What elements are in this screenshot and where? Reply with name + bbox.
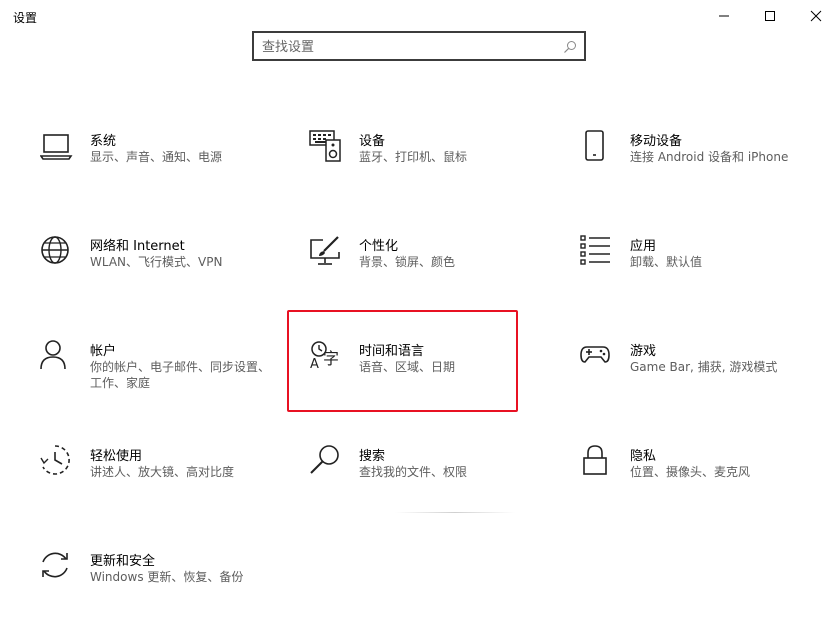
maximize-icon: [764, 10, 776, 22]
highlight-box: [287, 310, 518, 412]
tile-accounts[interactable]: 帐户 你的帐户、电子邮件、同步设置、工作、家庭: [40, 340, 280, 400]
tile-mobile-devices[interactable]: 移动设备 连接 Android 设备和 iPhone: [580, 130, 820, 190]
window-title: 设置: [13, 11, 38, 25]
apps-list-icon: [580, 235, 614, 269]
tile-personalization[interactable]: 个性化 背景、锁屏、颜色: [309, 235, 549, 295]
tile-network[interactable]: 网络和 Internet WLAN、飞行模式、VPN: [40, 235, 280, 295]
tile-title: 设备: [359, 134, 386, 149]
magnifier-icon: [309, 445, 343, 479]
tile-description: 显示、声音、通知、电源: [90, 150, 223, 164]
tile-devices[interactable]: 设备 蓝牙、打印机、鼠标: [309, 130, 549, 190]
tile-title: 个性化: [359, 239, 399, 254]
tile-apps[interactable]: 应用 卸载、默认值: [580, 235, 820, 295]
lock-icon: [580, 445, 614, 479]
laptop-icon: [40, 130, 74, 164]
tile-title: 帐户: [90, 344, 117, 359]
phone-icon: [580, 130, 614, 164]
tile-description: Game Bar, 捕获, 游戏模式: [630, 360, 778, 374]
search-box[interactable]: [252, 31, 586, 61]
tile-title: 隐私: [630, 449, 657, 464]
tile-update-security[interactable]: 更新和安全 Windows 更新、恢复、备份: [40, 550, 280, 610]
maximize-button[interactable]: [747, 0, 793, 32]
tile-description: Windows 更新、恢复、备份: [90, 570, 244, 584]
tile-title: 系统: [90, 134, 117, 149]
close-icon: [810, 10, 822, 22]
tile-description: 卸载、默认值: [630, 255, 703, 269]
tile-description: 你的帐户、电子邮件、同步设置、工作、家庭: [90, 360, 271, 390]
tile-description: 蓝牙、打印机、鼠标: [359, 150, 468, 164]
tile-privacy[interactable]: 隐私 位置、摄像头、麦克风: [580, 445, 820, 505]
tile-title: 网络和 Internet: [90, 239, 185, 254]
person-icon: [40, 340, 74, 374]
keyboard-speaker-icon: [309, 130, 343, 164]
search-input[interactable]: [262, 37, 552, 57]
tile-description: 背景、锁屏、颜色: [359, 255, 456, 269]
minimize-button[interactable]: [701, 0, 747, 32]
close-button[interactable]: [793, 0, 839, 32]
minimize-icon: [718, 10, 730, 22]
globe-icon: [40, 235, 74, 269]
tile-gaming[interactable]: 游戏 Game Bar, 捕获, 游戏模式: [580, 340, 820, 400]
tile-description: WLAN、飞行模式、VPN: [90, 255, 223, 269]
gamepad-icon: [580, 340, 614, 374]
tile-description: 查找我的文件、权限: [359, 465, 468, 479]
tile-description: 连接 Android 设备和 iPhone: [630, 150, 789, 164]
tile-system[interactable]: 系统 显示、声音、通知、电源: [40, 130, 280, 190]
tile-description: 位置、摄像头、麦克风: [630, 465, 751, 479]
tile-title: 移动设备: [630, 134, 683, 149]
tile-description: 讲述人、放大镜、高对比度: [90, 465, 235, 479]
tile-title: 游戏: [630, 344, 657, 359]
divider: [395, 512, 515, 513]
update-sync-icon: [40, 550, 74, 584]
tile-title: 轻松使用: [90, 449, 143, 464]
paint-brush-icon: [309, 235, 343, 269]
title-bar: 设置: [0, 0, 839, 32]
tile-search[interactable]: 搜索 查找我的文件、权限: [309, 445, 549, 505]
search-icon[interactable]: [563, 39, 577, 58]
tile-title: 应用: [630, 239, 657, 254]
ease-of-access-icon: [40, 445, 74, 479]
tile-title: 搜索: [359, 449, 386, 464]
tile-title: 更新和安全: [90, 554, 156, 569]
tile-ease-of-access[interactable]: 轻松使用 讲述人、放大镜、高对比度: [40, 445, 280, 505]
